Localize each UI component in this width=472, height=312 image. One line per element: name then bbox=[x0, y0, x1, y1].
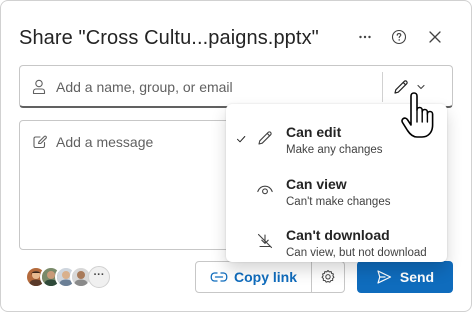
hand-pointer-cursor bbox=[398, 92, 438, 149]
dismiss-icon bbox=[429, 31, 441, 43]
send-label: Send bbox=[399, 269, 435, 285]
message-field[interactable]: Add a message bbox=[19, 120, 235, 250]
help-button[interactable] bbox=[387, 25, 411, 49]
person-icon bbox=[32, 79, 46, 100]
menu-item-label: Can edit bbox=[286, 124, 342, 140]
copy-link-label: Copy link bbox=[233, 269, 297, 285]
send-button[interactable]: Send bbox=[357, 261, 453, 293]
help-circle-icon bbox=[391, 29, 407, 45]
menu-item-description: Can't make changes bbox=[286, 196, 391, 208]
link-icon bbox=[210, 272, 228, 282]
menu-item-description: Can view, but not download bbox=[286, 247, 427, 259]
recipients-field bbox=[19, 65, 453, 108]
download-blocked-icon bbox=[256, 232, 274, 255]
field-divider bbox=[382, 72, 383, 102]
menu-item-label: Can't download bbox=[286, 227, 390, 243]
shared-with-avatars[interactable]: ··· bbox=[25, 266, 110, 288]
menu-item-description: Make any changes bbox=[286, 144, 383, 156]
send-icon bbox=[377, 270, 391, 284]
menu-item-can-view[interactable]: Can view Can't make changes bbox=[226, 163, 447, 213]
close-button[interactable] bbox=[423, 25, 447, 49]
more-options-button[interactable] bbox=[353, 25, 377, 49]
recipients-input[interactable] bbox=[56, 74, 376, 100]
checkmark-icon bbox=[236, 131, 246, 149]
more-horizontal-icon bbox=[359, 35, 371, 39]
dialog-title: Share "Cross Cultu...paigns.pptx" bbox=[19, 27, 319, 49]
copy-link-button[interactable]: Copy link bbox=[196, 262, 312, 292]
copy-link-group: Copy link bbox=[195, 261, 345, 293]
compose-icon bbox=[32, 134, 48, 155]
menu-item-label: Can view bbox=[286, 176, 347, 192]
eye-icon bbox=[256, 181, 274, 204]
menu-item-cant-download[interactable]: Can't download Can view, but not downloa… bbox=[226, 214, 447, 264]
pencil-icon bbox=[256, 129, 274, 152]
gear-icon bbox=[321, 270, 335, 283]
more-avatars-button[interactable]: ··· bbox=[88, 266, 110, 288]
link-settings-button[interactable] bbox=[312, 262, 344, 292]
chevron-down-icon bbox=[417, 84, 425, 90]
message-placeholder: Add a message bbox=[56, 134, 154, 150]
